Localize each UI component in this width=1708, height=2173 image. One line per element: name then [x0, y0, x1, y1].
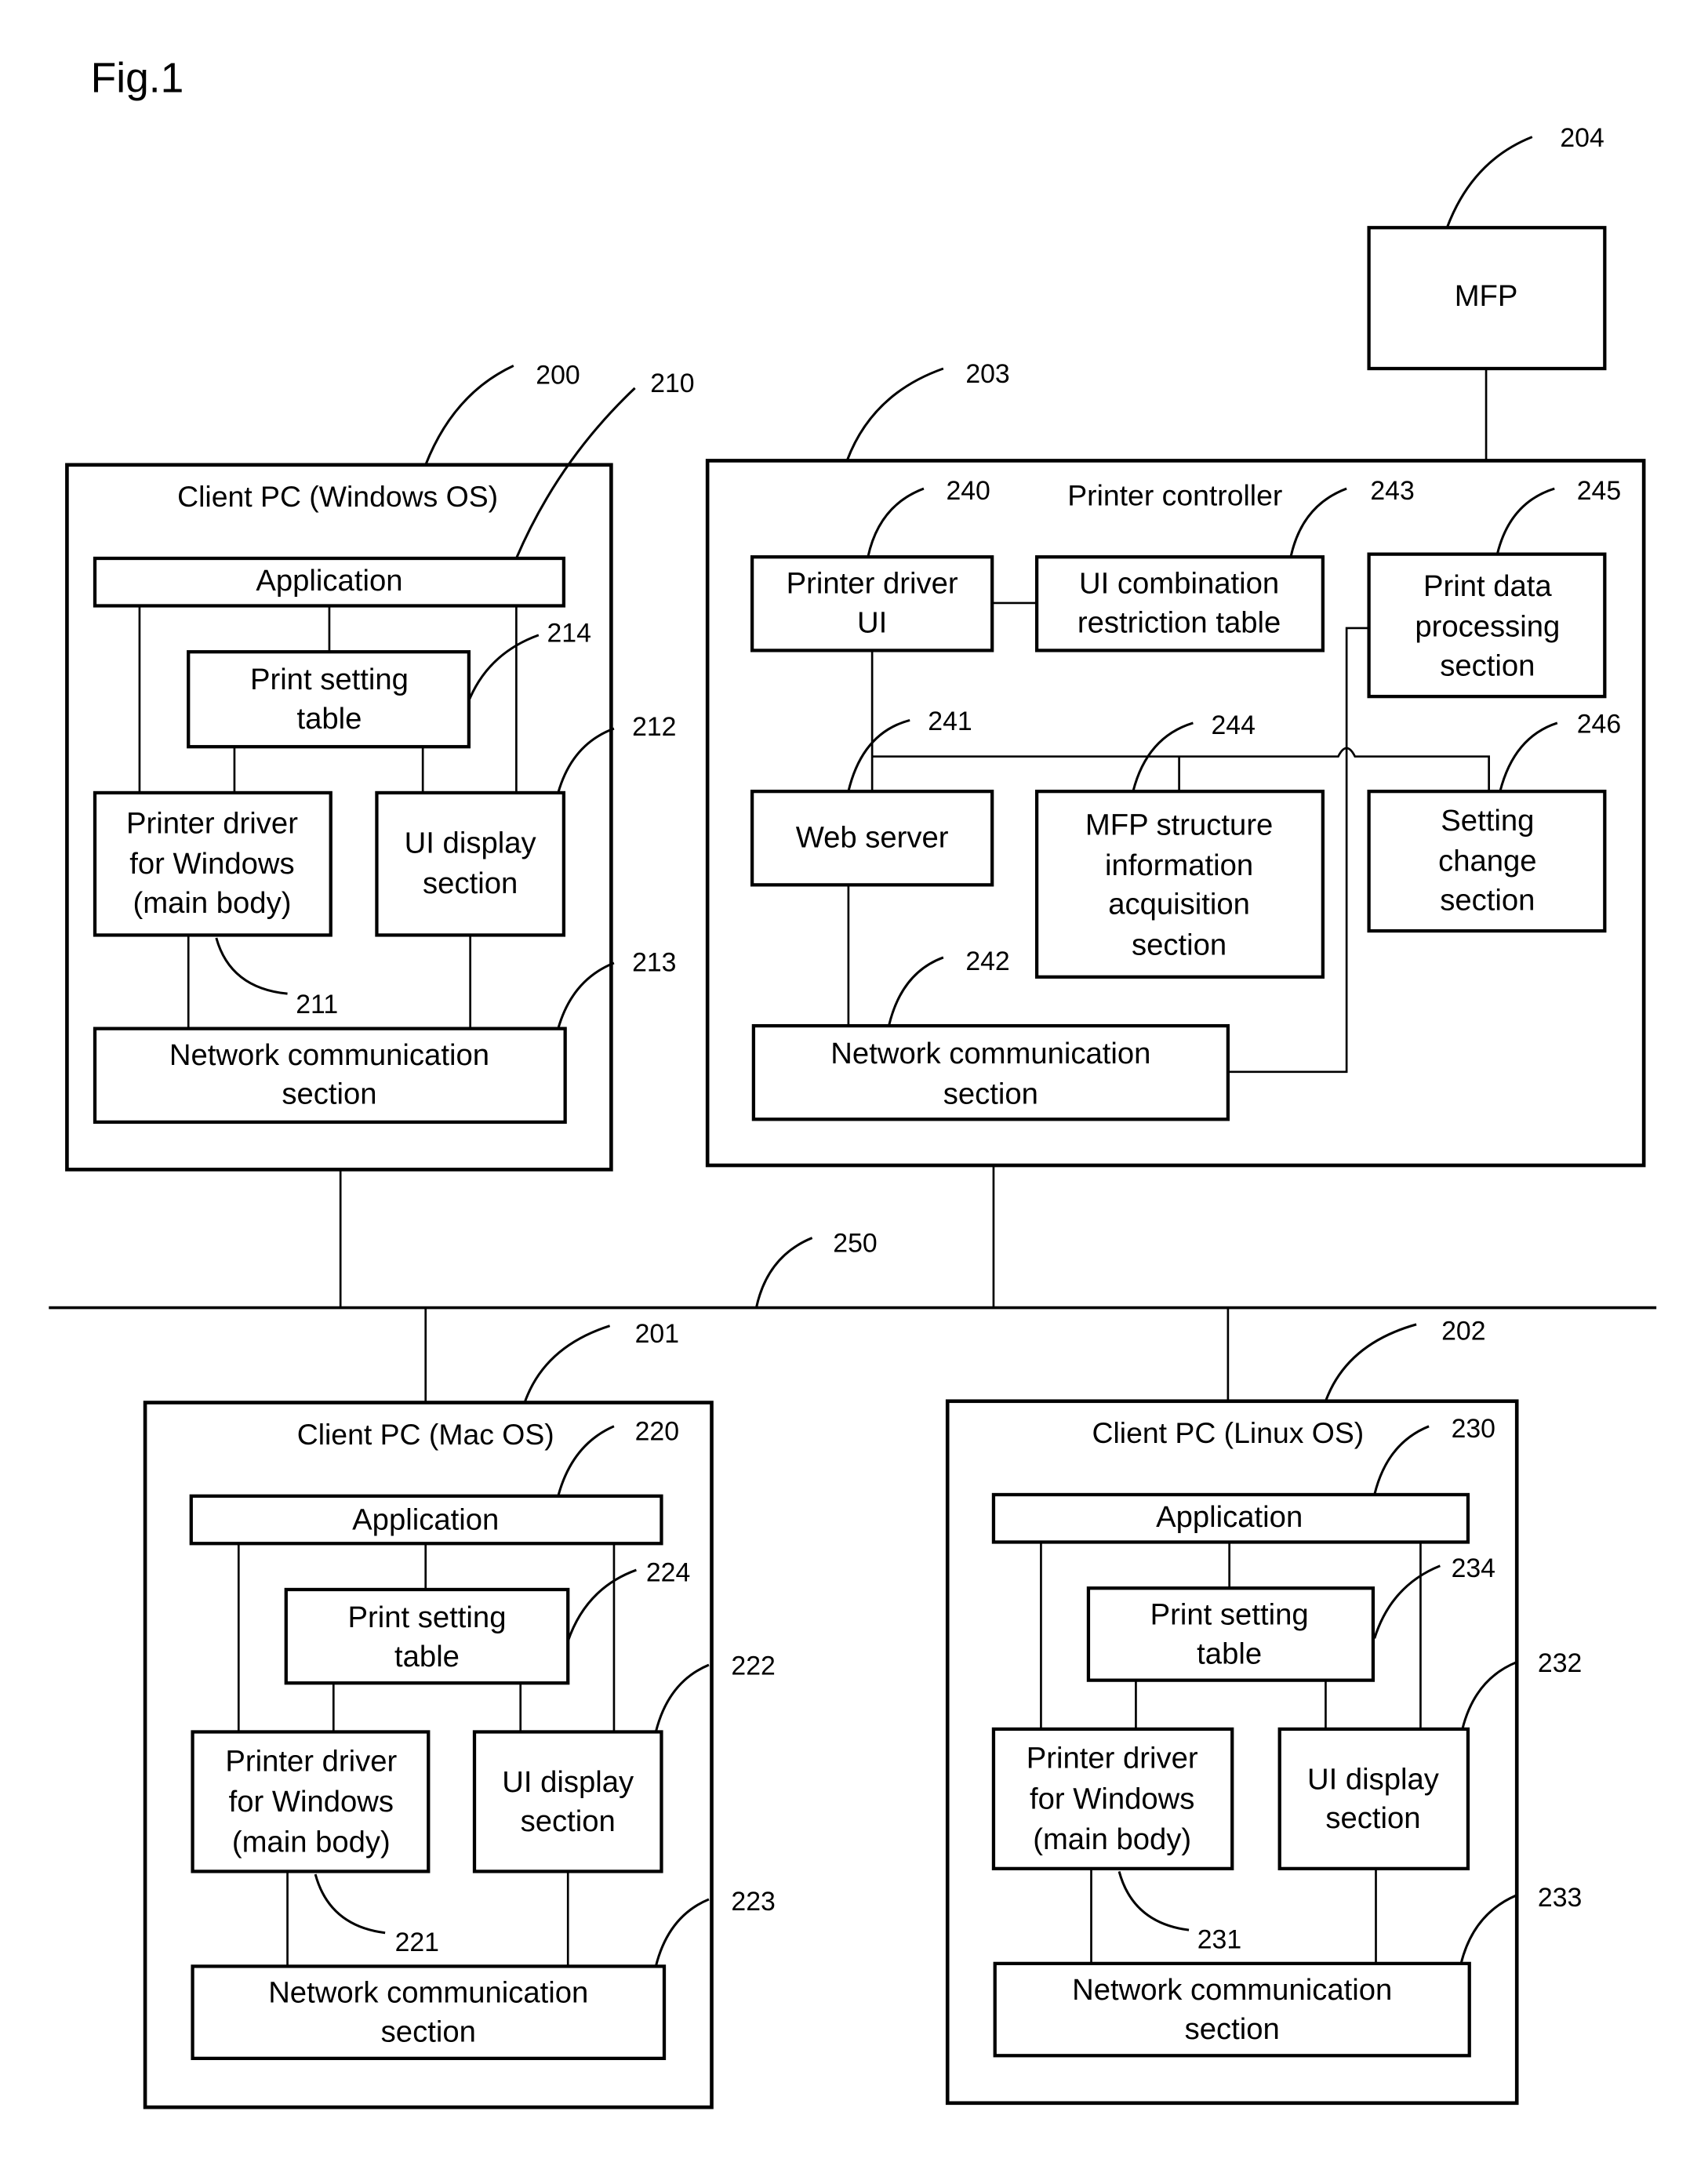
print-setting-table-ref-number: 234: [1452, 1553, 1495, 1583]
ui-display-label-line: section: [1325, 1801, 1420, 1835]
print-setting-table-ref-number: 214: [547, 619, 591, 649]
client-windows-title: Client PC (Windows OS): [177, 480, 498, 513]
printer-driver-ref-number: 231: [1197, 1924, 1241, 1954]
ui-display-label-line: section: [521, 1804, 616, 1838]
network-comm-ref-number: 213: [632, 948, 676, 978]
printer-driver-label-line: Printer driver: [1027, 1742, 1198, 1775]
client-windows-leader-line: [424, 365, 514, 466]
print-data-processing-ref-number: 245: [1577, 476, 1621, 506]
network-comm-ref-number: 223: [731, 1887, 775, 1917]
ui-display-label-line: UI display: [1307, 1762, 1440, 1796]
printer-driver-label-line: (main body): [232, 1826, 391, 1859]
mfp-leader-line: [1445, 136, 1533, 228]
controller-network-comm-ref-number: 242: [965, 947, 1009, 976]
printer-driver-ui-label-line: Printer driver: [787, 566, 958, 600]
printer-driver-ref-number: 211: [296, 990, 338, 1019]
printer-driver-label-line: Printer driver: [225, 1744, 397, 1778]
printer-driver-label-line: for Windows: [1030, 1782, 1194, 1815]
ui-combination-table-label-line: restriction table: [1077, 605, 1281, 639]
print-setting-table-label-line: table: [394, 1640, 460, 1673]
network-comm-label-line: section: [282, 1077, 376, 1111]
client-pc-linux: Client PC (Linux OS) 202 Application 230…: [945, 1316, 1582, 2106]
printer-driver-label-line: (main body): [1033, 1822, 1191, 1856]
client-pc-mac: Client PC (Mac OS) 201 Application 220 P…: [143, 1319, 776, 2109]
printer-driver-ui-label-line: UI: [857, 605, 887, 639]
web-server-ref-number: 241: [928, 707, 972, 736]
client-pc-windows: Client PC (Windows OS) 200 Application 2…: [65, 361, 695, 1172]
ui-combination-table-label-line: UI combination: [1079, 566, 1279, 600]
network-leader-line: [754, 1237, 813, 1308]
client-mac-leader-line: [523, 1325, 611, 1404]
setting-change-ref-number: 246: [1577, 709, 1621, 739]
print-setting-table-label-line: Print setting: [1150, 1597, 1309, 1631]
printer-driver-label-line: for Windows: [129, 847, 294, 881]
network-comm-label-line: Network communication: [1072, 1973, 1392, 2007]
printer-controller-title: Printer controller: [1067, 478, 1282, 511]
setting-change-label-line: Setting: [1441, 804, 1534, 838]
ui-display-box: [472, 1730, 663, 1873]
application-ref-number: 230: [1452, 1414, 1495, 1444]
printer-controller-leader-line: [845, 367, 944, 461]
print-setting-table-ref-number: 224: [646, 1557, 690, 1587]
print-data-processing-label-line: section: [1440, 649, 1535, 682]
network-comm-label-line: section: [381, 2015, 476, 2049]
application-label: Application: [256, 564, 402, 598]
application-ref-number: 220: [635, 1417, 679, 1447]
ui-display-box: [1277, 1727, 1470, 1870]
mfp-structure-label-line: information: [1105, 848, 1253, 882]
network: 250: [49, 1165, 1657, 1403]
print-data-processing-label-line: Print data: [1423, 569, 1552, 603]
web-server-label: Web server: [796, 820, 949, 854]
application-ref-number: 210: [650, 369, 694, 398]
printer-driver-label-line: Printer driver: [126, 807, 298, 841]
application-label: Application: [352, 1503, 499, 1536]
mfp-ref-number: 204: [1560, 123, 1604, 153]
network-comm-label-line: section: [1185, 2012, 1280, 2046]
ui-display-ref-number: 212: [632, 712, 676, 742]
printer-driver-label-line: for Windows: [229, 1785, 394, 1819]
network-comm-label-line: Network communication: [169, 1038, 489, 1072]
client-linux-title: Client PC (Linux OS): [1092, 1416, 1365, 1449]
ui-display-label-line: UI display: [405, 826, 537, 859]
printer-driver-ref-number: 221: [395, 1928, 439, 1957]
setting-change-label-line: section: [1440, 883, 1535, 917]
client-linux-ref-number: 202: [1441, 1316, 1485, 1346]
client-linux-leader-line: [1325, 1323, 1417, 1402]
client-windows-ref-number: 200: [536, 361, 580, 391]
controller-network-comm-label-line: Network communication: [830, 1037, 1150, 1070]
print-setting-table-label-line: Print setting: [250, 663, 409, 696]
mfp-label: MFP: [1455, 279, 1518, 313]
client-mac-title: Client PC (Mac OS): [297, 1418, 554, 1451]
setting-change-label-line: change: [1438, 845, 1537, 878]
controller-network-comm-label-line: section: [943, 1077, 1038, 1111]
printer-controller: Printer controller 203 Printer driver UI…: [705, 359, 1646, 1168]
network-comm-label-line: Network communication: [268, 1976, 588, 2010]
printer-driver-label-line: (main body): [133, 886, 291, 920]
ui-display-ref-number: 232: [1538, 1648, 1582, 1678]
printer-controller-ref-number: 203: [965, 359, 1009, 389]
print-setting-table-label-line: Print setting: [348, 1601, 507, 1634]
network-comm-ref-number: 233: [1538, 1883, 1582, 1913]
ui-display-label-line: UI display: [502, 1765, 634, 1799]
application-label: Application: [1156, 1500, 1303, 1534]
ui-display-ref-number: 222: [731, 1652, 775, 1681]
printer-driver-ui-ref-number: 240: [946, 476, 990, 506]
client-mac-ref-number: 201: [635, 1319, 679, 1349]
ui-display-label-line: section: [423, 867, 518, 900]
print-setting-table-label-line: table: [296, 702, 362, 736]
ui-display-box: [375, 790, 566, 937]
network-ref-number: 250: [833, 1228, 877, 1258]
block-diagram: Fig.1 MFP 204 Client PC (Windows OS) 200…: [49, 56, 1657, 2109]
ui-combination-table-ref-number: 243: [1370, 476, 1414, 506]
mfp-structure-label-line: MFP structure: [1085, 808, 1273, 841]
mfp-structure-ref-number: 244: [1212, 710, 1256, 740]
mfp-structure-label-line: section: [1132, 928, 1226, 961]
print-data-processing-label-line: processing: [1415, 610, 1560, 644]
print-setting-table-label-line: table: [1197, 1637, 1262, 1670]
figure-label: Fig.1: [91, 56, 184, 102]
mfp-structure-label-line: acquisition: [1108, 888, 1250, 921]
